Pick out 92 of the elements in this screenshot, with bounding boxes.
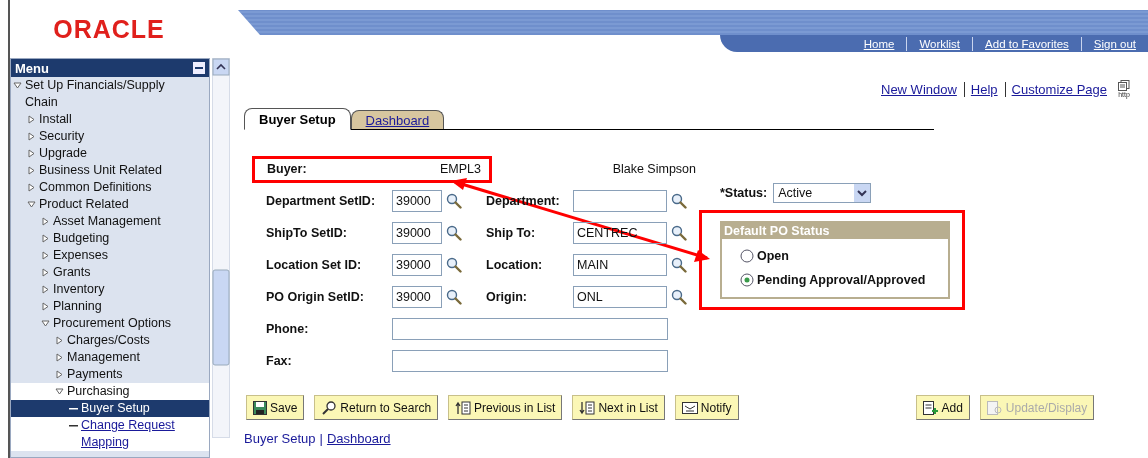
menu-folder[interactable]: Business Unit Related bbox=[11, 162, 209, 179]
input-field[interactable] bbox=[392, 350, 668, 372]
page-link[interactable]: Buyer Setup bbox=[244, 431, 316, 446]
group-title: Default PO Status bbox=[722, 223, 948, 239]
toolbar-button[interactable]: Save bbox=[246, 395, 305, 420]
expanded-triangle-icon[interactable] bbox=[41, 319, 50, 328]
separator: | bbox=[319, 431, 323, 446]
field-label: Department SetID: bbox=[266, 194, 377, 208]
search-icon[interactable] bbox=[446, 193, 462, 209]
toolbar-button[interactable]: Return to Search bbox=[314, 395, 439, 420]
buyer-name: Blake Simpson bbox=[612, 162, 696, 176]
expanded-triangle-icon[interactable] bbox=[55, 387, 64, 396]
field-label: Location Set ID: bbox=[266, 258, 363, 272]
field-label: *Status: bbox=[720, 186, 768, 200]
search-icon[interactable] bbox=[446, 289, 462, 305]
logo: ORACLE bbox=[53, 14, 165, 44]
field-label: Location: bbox=[486, 258, 544, 272]
dash-icon bbox=[69, 425, 78, 428]
document-icon bbox=[1118, 80, 1130, 91]
menu-folder[interactable]: Expenses bbox=[11, 247, 209, 264]
radio-icon[interactable] bbox=[740, 249, 754, 263]
menu-folder[interactable]: Charges/Costs bbox=[11, 332, 209, 349]
page-link[interactable]: Help bbox=[963, 81, 1001, 97]
status-dropdown[interactable]: Active bbox=[773, 183, 872, 203]
search-icon[interactable] bbox=[446, 225, 462, 241]
menu-folder[interactable]: Asset Management bbox=[11, 213, 209, 230]
menu-folder[interactable]: Budgeting bbox=[11, 230, 209, 247]
page-link[interactable]: New Window bbox=[881, 81, 960, 97]
nav-link[interactable]: Add to Favorites bbox=[972, 36, 1081, 51]
radio-option[interactable]: Pending Approval/Approved bbox=[740, 273, 948, 287]
envelope-icon bbox=[681, 400, 698, 415]
input-field[interactable] bbox=[392, 318, 668, 340]
page-link[interactable]: Customize Page bbox=[1004, 81, 1110, 97]
field-label: Origin: bbox=[486, 290, 528, 304]
radio-option[interactable]: Open bbox=[740, 249, 948, 263]
menu-folder[interactable]: Set Up Financials/Supply Chain bbox=[11, 77, 209, 111]
tab[interactable]: Buyer Setup bbox=[244, 108, 351, 130]
search-icon[interactable] bbox=[671, 257, 687, 273]
add-document-icon bbox=[922, 400, 939, 415]
toolbar-button[interactable]: Notify bbox=[674, 395, 739, 420]
search-icon[interactable] bbox=[671, 225, 687, 241]
field-label: Buyer: bbox=[267, 162, 307, 176]
search-icon[interactable] bbox=[671, 193, 687, 209]
menu-folder[interactable]: Procurement Options bbox=[11, 315, 209, 332]
nav-link[interactable]: Worklist bbox=[906, 36, 973, 51]
dash-icon bbox=[69, 408, 78, 411]
document-icon bbox=[986, 400, 1003, 415]
tab[interactable]: Dashboard bbox=[350, 110, 445, 129]
toolbar-button[interactable]: Next in List bbox=[572, 395, 665, 420]
menu-folder[interactable]: Security bbox=[11, 128, 209, 145]
field-label: ShipTo SetID: bbox=[266, 226, 348, 240]
menu-folder[interactable]: Product Related bbox=[11, 196, 209, 213]
input-field[interactable]: ONL bbox=[573, 286, 667, 308]
nav-link[interactable]: Sign out bbox=[1080, 36, 1148, 51]
field-label: PO Origin SetID: bbox=[266, 290, 365, 304]
input-field[interactable]: 39000 bbox=[392, 190, 442, 212]
up-arrow-list-icon bbox=[455, 400, 472, 415]
menu-folder[interactable]: Common Definitions bbox=[11, 179, 209, 196]
menu-link[interactable]: Change Request Mapping bbox=[11, 417, 209, 451]
menu-folder[interactable]: Inventory bbox=[11, 281, 209, 298]
field-label: Phone: bbox=[266, 322, 310, 336]
search-icon[interactable] bbox=[671, 289, 687, 305]
menu-link[interactable]: Buyer Setup bbox=[11, 400, 209, 417]
magnifier-icon bbox=[321, 400, 338, 415]
radio-selected-icon[interactable] bbox=[740, 273, 754, 287]
menu-title: Menu bbox=[15, 60, 49, 76]
search-icon[interactable] bbox=[446, 257, 462, 273]
input-field[interactable] bbox=[573, 190, 667, 212]
chevron-down-icon bbox=[854, 184, 871, 202]
field-label: Ship To: bbox=[486, 226, 537, 240]
toolbar-button[interactable]: Add bbox=[915, 395, 970, 420]
menu-folder[interactable]: Planning bbox=[11, 298, 209, 315]
toolbar-button[interactable]: Previous in List bbox=[448, 395, 563, 420]
field-label: Fax: bbox=[266, 354, 293, 368]
menu-folder[interactable]: Payments bbox=[11, 366, 209, 383]
menu-folder[interactable]: Purchasing bbox=[11, 383, 209, 400]
input-field[interactable]: 39000 bbox=[392, 222, 442, 244]
menu-folder[interactable]: Upgrade bbox=[11, 145, 209, 162]
collapse-icon[interactable] bbox=[193, 62, 205, 74]
input-field[interactable]: MAIN bbox=[573, 254, 667, 276]
menu-folder[interactable]: Grants bbox=[11, 264, 209, 281]
menu-folder[interactable]: Management bbox=[11, 349, 209, 366]
expanded-triangle-icon[interactable] bbox=[13, 81, 22, 90]
expanded-triangle-icon[interactable] bbox=[27, 200, 36, 209]
page-link[interactable]: Dashboard bbox=[326, 431, 391, 446]
input-field[interactable]: 39000 bbox=[392, 286, 442, 308]
scrollbar[interactable] bbox=[212, 58, 230, 438]
nav-link[interactable]: Home bbox=[851, 36, 907, 51]
menu-folder[interactable]: Install bbox=[11, 111, 209, 128]
input-field[interactable]: 39000 bbox=[392, 254, 442, 276]
field-value: EMPL3 bbox=[440, 162, 481, 176]
down-arrow-list-icon bbox=[579, 400, 596, 415]
